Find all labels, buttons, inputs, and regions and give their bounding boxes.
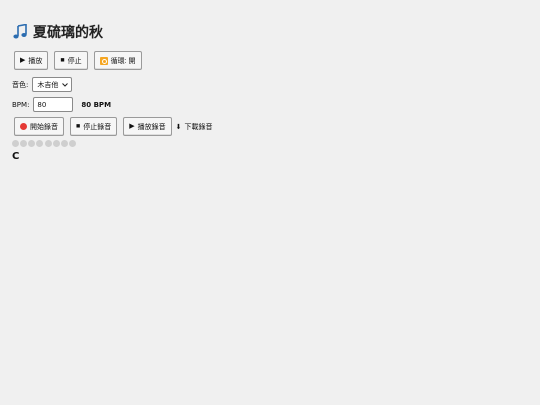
beat-dot: [53, 140, 60, 147]
current-chord: C: [12, 151, 20, 162]
play-icon: ▶: [129, 123, 135, 130]
app-root: 夏硫璃的秋 ▶ 播放 ■ 停止 循環: 開 音色: 木吉他 BPM: 80 80…: [12, 22, 528, 162]
bpm-label: BPM:: [12, 100, 30, 109]
bpm-display: 80 BPM: [81, 100, 112, 109]
app-title: 夏硫璃的秋: [33, 25, 103, 41]
timbre-row: 音色: 木吉他: [12, 77, 528, 92]
stop-recording-label: 停止錄音: [83, 123, 112, 131]
play-recording-label: 播放錄音: [137, 123, 166, 131]
play-button[interactable]: ▶ 播放: [14, 51, 49, 70]
music-note-icon: [13, 24, 27, 39]
beat-indicator: [12, 140, 528, 147]
timbre-select[interactable]: 木吉他: [32, 77, 73, 92]
play-recording-button[interactable]: ▶ 播放錄音: [123, 117, 172, 136]
stop-icon: ■: [60, 57, 65, 64]
bpm-row: BPM: 80 80 BPM: [12, 97, 528, 112]
stop-button-label: 停止: [67, 57, 82, 65]
play-button-label: 播放: [28, 57, 43, 65]
timbre-selected-value: 木吉他: [37, 80, 59, 89]
beat-dot: [12, 140, 19, 147]
start-recording-label: 開始錄音: [30, 123, 58, 131]
timbre-label: 音色:: [12, 80, 29, 89]
download-icon: ⬇: [175, 122, 182, 131]
stop-button[interactable]: ■ 停止: [54, 51, 88, 70]
beat-dot: [61, 140, 68, 147]
stop-icon: ■: [76, 123, 81, 130]
page-title: 夏硫璃的秋: [12, 22, 528, 42]
loop-icon: [99, 56, 108, 65]
recording-controls: 開始錄音 ■ 停止錄音 ▶ 播放錄音 ⬇ 下載錄音: [12, 117, 528, 136]
record-icon: [20, 123, 27, 130]
bpm-input[interactable]: 80: [33, 97, 74, 112]
play-icon: ▶: [20, 57, 26, 64]
download-recording-label: 下載錄音: [184, 122, 213, 131]
loop-toggle-button[interactable]: 循環: 開: [93, 51, 142, 70]
beat-dot: [28, 140, 35, 147]
beat-dot: [69, 140, 76, 147]
playback-controls: ▶ 播放 ■ 停止 循環: 開: [12, 51, 528, 70]
stop-recording-button[interactable]: ■ 停止錄音: [70, 117, 118, 136]
bpm-input-value: 80: [37, 100, 47, 109]
loop-button-label: 循環: 開: [110, 57, 136, 65]
start-recording-button[interactable]: 開始錄音: [14, 117, 64, 136]
beat-dot: [20, 140, 27, 147]
chevron-down-icon: [62, 82, 69, 87]
beat-dot: [36, 140, 43, 147]
download-recording-link[interactable]: ⬇ 下載錄音: [176, 122, 213, 132]
beat-dot: [45, 140, 52, 147]
